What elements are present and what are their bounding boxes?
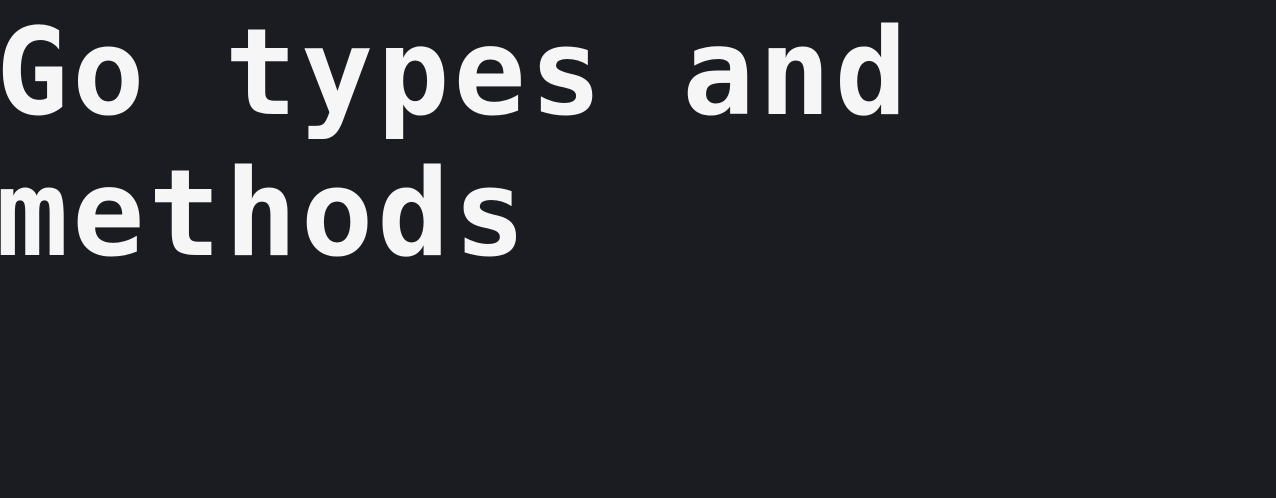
page: { "page": { "title_lines": ["Go types an… bbox=[0, 0, 1276, 498]
page-title: Go types and methods bbox=[0, 3, 996, 285]
page-title-line-2: methods bbox=[0, 145, 530, 284]
page-title-line-1: Go types and bbox=[0, 4, 911, 143]
